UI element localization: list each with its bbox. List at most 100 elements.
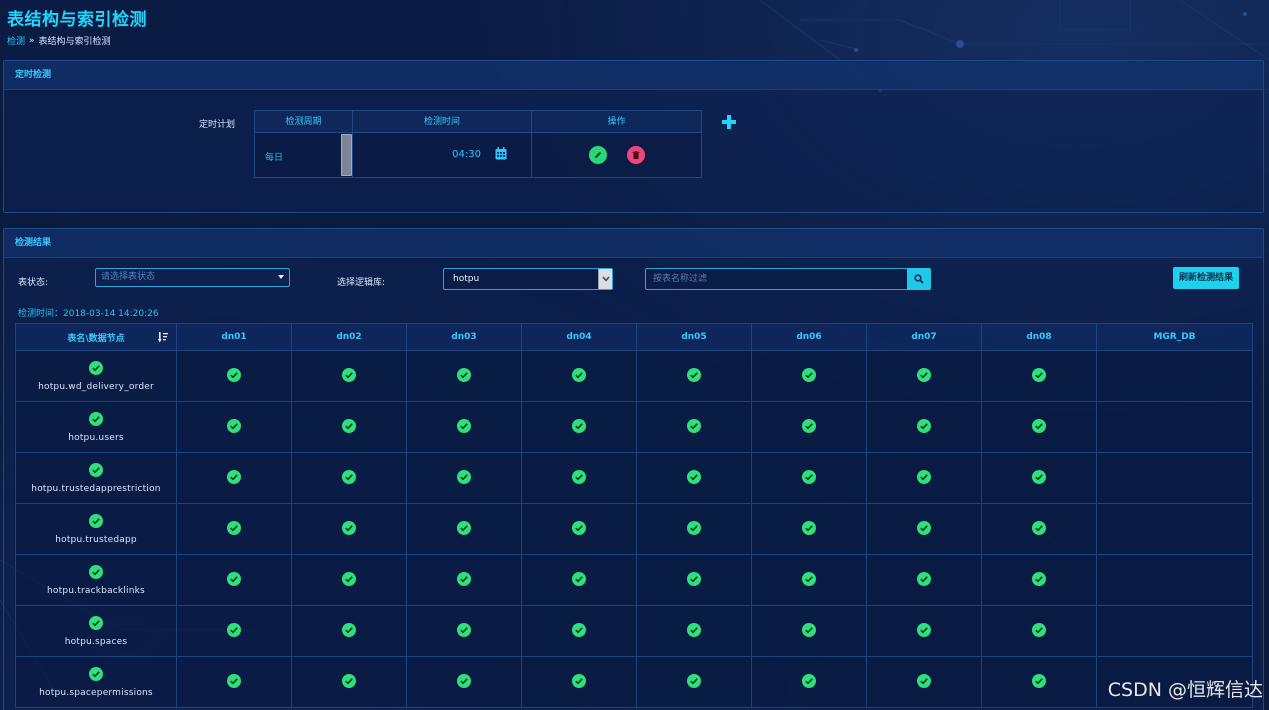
status-ok-icon: [227, 469, 241, 484]
dropdown-arrow-button[interactable]: [598, 269, 612, 289]
refresh-results-button[interactable]: 刷新检测结果: [1173, 267, 1239, 289]
checkmark-icon: [230, 371, 238, 378]
status-ok-icon: [687, 418, 701, 433]
status-ok-icon: [89, 514, 103, 528]
node-status-cell: [406, 656, 522, 708]
calendar-icon[interactable]: [495, 147, 507, 160]
status-ok-icon: [802, 469, 816, 484]
plus-icon[interactable]: [722, 115, 736, 129]
table-name-filter-input[interactable]: [645, 268, 908, 290]
schedule-time-value: 04:30: [452, 149, 481, 160]
status-ok-icon: [572, 571, 586, 586]
table-name-column-header: 表名\数据节点: [15, 323, 177, 351]
table-status-placeholder: 请选择表状态: [101, 272, 156, 282]
checkmark-icon: [1035, 473, 1043, 480]
status-ok-icon: [802, 673, 816, 688]
breadcrumb-separator: »: [29, 35, 35, 46]
checkmark-icon: [575, 677, 583, 684]
checkmark-icon: [690, 473, 698, 480]
node-status-cell: [866, 350, 982, 402]
table-name: hotpu.users: [68, 433, 124, 443]
table-status-select[interactable]: 请选择表状态: [95, 268, 290, 287]
chevron-down-icon: [601, 276, 610, 282]
checkmark-icon: [345, 473, 353, 480]
sort-icon[interactable]: [158, 332, 168, 343]
table-row: hotpu.spacepermissions: [15, 656, 1253, 708]
status-ok-icon: [917, 469, 931, 484]
table-name-cell: hotpu.spaces: [15, 605, 177, 657]
node-status-cell: [1096, 401, 1253, 453]
results-table-header: 表名\数据节点 dn01 dn02 dn03 dn04 dn05 dn06 dn07 dn08…: [15, 323, 1253, 351]
node-status-cell: [981, 503, 1097, 555]
status-ok-icon: [802, 622, 816, 637]
search-button[interactable]: [907, 268, 931, 290]
status-ok-icon: [917, 673, 931, 688]
table-name-cell: hotpu.wd_delivery_order: [15, 350, 177, 402]
node-status-cell: [521, 452, 637, 504]
checkmark-icon: [805, 422, 813, 429]
status-ok-icon: [227, 673, 241, 688]
node-status-cell: [176, 554, 292, 606]
checkmark-icon: [230, 626, 238, 633]
checkmark-icon: [690, 524, 698, 531]
breadcrumb-current: 表结构与索引检测: [38, 37, 111, 47]
node-column-header: dn06: [751, 323, 867, 351]
node-status-cell: [981, 605, 1097, 657]
node-status-cell: [1096, 503, 1253, 555]
results-table-body: hotpu.wd_delivery_order hotpu.users hotpu.…: [15, 350, 1253, 708]
edit-schedule-button[interactable]: [589, 146, 607, 164]
check-results-header: 检测结果: [4, 229, 1263, 258]
checkmark-icon: [805, 626, 813, 633]
status-ok-icon: [802, 367, 816, 382]
table-name: hotpu.trustedapp: [55, 535, 137, 545]
search-icon: [914, 274, 924, 284]
node-column-header: dn02: [291, 323, 407, 351]
table-name-cell: hotpu.users: [15, 401, 177, 453]
status-ok-icon: [1032, 367, 1046, 382]
results-table: 表名\数据节点 dn01 dn02 dn03 dn04 dn05 dn06 dn07 dn08…: [15, 323, 1253, 708]
checkmark-icon: [460, 575, 468, 582]
period-scrollbar[interactable]: [341, 134, 352, 176]
status-ok-icon: [572, 520, 586, 535]
node-status-cell: [176, 503, 292, 555]
node-status-cell: [406, 605, 522, 657]
checkmark-icon: [92, 620, 100, 627]
logic-db-select[interactable]: hotpu: [443, 268, 613, 290]
checkmark-icon: [345, 371, 353, 378]
node-status-cell: [521, 350, 637, 402]
status-ok-icon: [687, 520, 701, 535]
status-ok-icon: [227, 520, 241, 535]
node-status-cell: [406, 554, 522, 606]
schedule-time-cell[interactable]: 04:30: [353, 133, 532, 177]
table-row: hotpu.trackbacklinks: [15, 554, 1253, 606]
node-status-cell: [176, 452, 292, 504]
pencil-icon: [595, 151, 602, 158]
checkmark-icon: [690, 422, 698, 429]
checkmark-icon: [805, 677, 813, 684]
status-ok-icon: [342, 469, 356, 484]
table-row: hotpu.trustedapprestriction: [15, 452, 1253, 504]
node-status-cell: [521, 605, 637, 657]
table-status-label: 表状态:: [18, 278, 49, 288]
table-row: hotpu.users: [15, 401, 1253, 453]
checkmark-icon: [690, 626, 698, 633]
node-column-header: dn07: [866, 323, 982, 351]
breadcrumb-root-link[interactable]: 检测: [7, 34, 25, 47]
delete-schedule-button[interactable]: [627, 146, 645, 164]
node-status-cell: [636, 401, 752, 453]
status-ok-icon: [227, 571, 241, 586]
status-ok-icon: [227, 418, 241, 433]
status-ok-icon: [802, 418, 816, 433]
check-results-panel: 检测结果 表状态: 请选择表状态 选择逻辑库: hotpu 刷新检测结果 检测时…: [3, 228, 1264, 710]
table-name: hotpu.spacepermissions: [39, 688, 153, 698]
status-ok-icon: [1032, 418, 1046, 433]
status-ok-icon: [89, 667, 103, 681]
node-status-cell: [866, 554, 982, 606]
checkmark-icon: [345, 677, 353, 684]
node-status-cell: [981, 401, 1097, 453]
checkmark-icon: [1035, 575, 1043, 582]
status-ok-icon: [572, 469, 586, 484]
node-status-cell: [981, 350, 1097, 402]
status-ok-icon: [1032, 469, 1046, 484]
schedule-period-cell[interactable]: 每日: [255, 133, 353, 177]
